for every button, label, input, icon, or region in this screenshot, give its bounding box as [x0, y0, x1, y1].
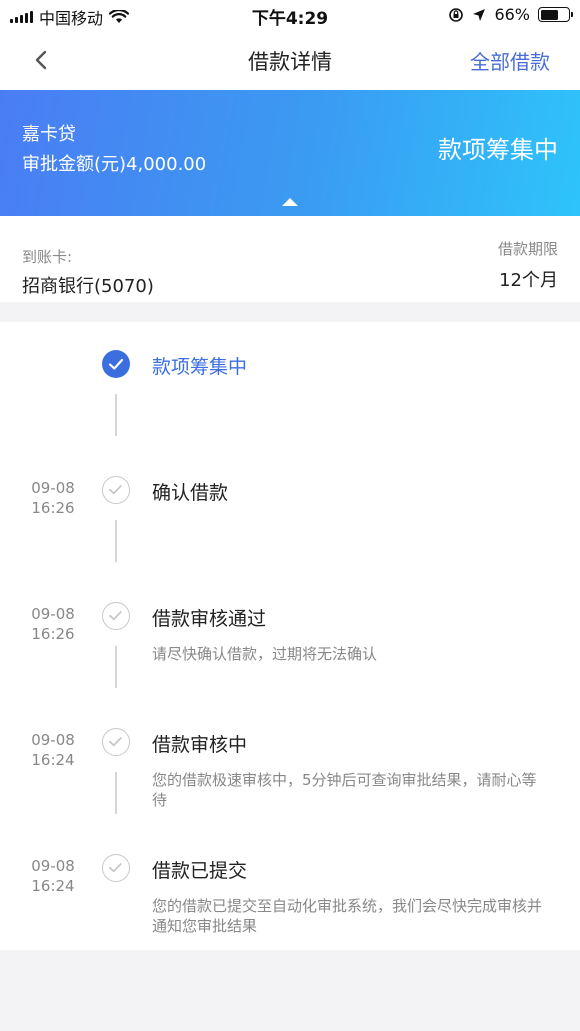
timeline-connector: [115, 394, 117, 436]
step-title: 款项筹集中: [152, 356, 248, 378]
check-circle-icon: [102, 350, 130, 378]
step-title: 确认借款: [152, 482, 229, 504]
step-date: 09-08: [31, 731, 75, 749]
check-circle-outline-icon: [102, 854, 130, 882]
timeline-connector: [115, 772, 117, 814]
step-title: 借款已提交: [152, 860, 248, 882]
step-date: 09-08: [31, 605, 75, 623]
status-bar: 中国移动 下午4:29 66%: [0, 0, 580, 30]
step-description: 请尽快确认借款，过期将无法确认: [152, 645, 378, 663]
all-loans-link[interactable]: 全部借款: [470, 46, 550, 75]
card-value: 招商银行(5070): [22, 276, 154, 297]
location-arrow-icon: [473, 8, 486, 21]
caret-up-icon: [282, 198, 298, 206]
timeline-connector: [115, 646, 117, 688]
check-circle-outline-icon: [102, 476, 130, 504]
battery-fill: [540, 9, 559, 20]
battery-icon: [538, 7, 573, 22]
step-title: 借款审核通过: [152, 608, 267, 630]
step-date: 09-08: [31, 857, 75, 875]
step-time: 16:26: [31, 625, 75, 643]
loan-status-banner[interactable]: 嘉卡贷 审批金额(元)4,000.00 款项筹集中: [0, 90, 580, 216]
step-description: 您的借款已提交至自动化审批系统，我们会尽快完成审核并通知您审批结果: [152, 897, 543, 935]
approved-amount: 审批金额(元)4,000.00: [22, 154, 207, 175]
loan-detail-screen: 中国移动 下午4:29 66% 借款详情 全部借款 嘉卡贷 审批金额(元)4,0…: [0, 0, 580, 1031]
progress-timeline: 款项筹集中 09-08 16:26 确认借款 09-08 16:26 借款审核通…: [0, 322, 580, 950]
step-title: 借款审核中: [152, 734, 248, 756]
timeline-connector: [115, 520, 117, 562]
check-circle-outline-icon: [102, 728, 130, 756]
nav-bar: 借款详情 全部借款: [0, 30, 580, 90]
status-right: 66%: [448, 5, 573, 24]
step-time: 16:24: [31, 877, 75, 895]
term-value: 12个月: [499, 270, 558, 291]
loan-status: 款项筹集中: [438, 136, 558, 164]
step-time: 16:24: [31, 751, 75, 769]
term-label: 借款期限: [497, 240, 558, 258]
orientation-lock-icon: [449, 7, 464, 22]
battery-percent: 66%: [494, 5, 530, 24]
step-date: 09-08: [31, 479, 75, 497]
step-time: 16:26: [31, 499, 75, 517]
product-name: 嘉卡贷: [22, 124, 76, 145]
check-circle-outline-icon: [102, 602, 130, 630]
step-description: 您的借款极速审核中，5分钟后可查询审批结果，请耐心等待: [152, 771, 537, 809]
card-label: 到账卡:: [22, 248, 73, 266]
account-info-section: 到账卡: 招商银行(5070) 借款期限 12个月: [0, 216, 580, 302]
